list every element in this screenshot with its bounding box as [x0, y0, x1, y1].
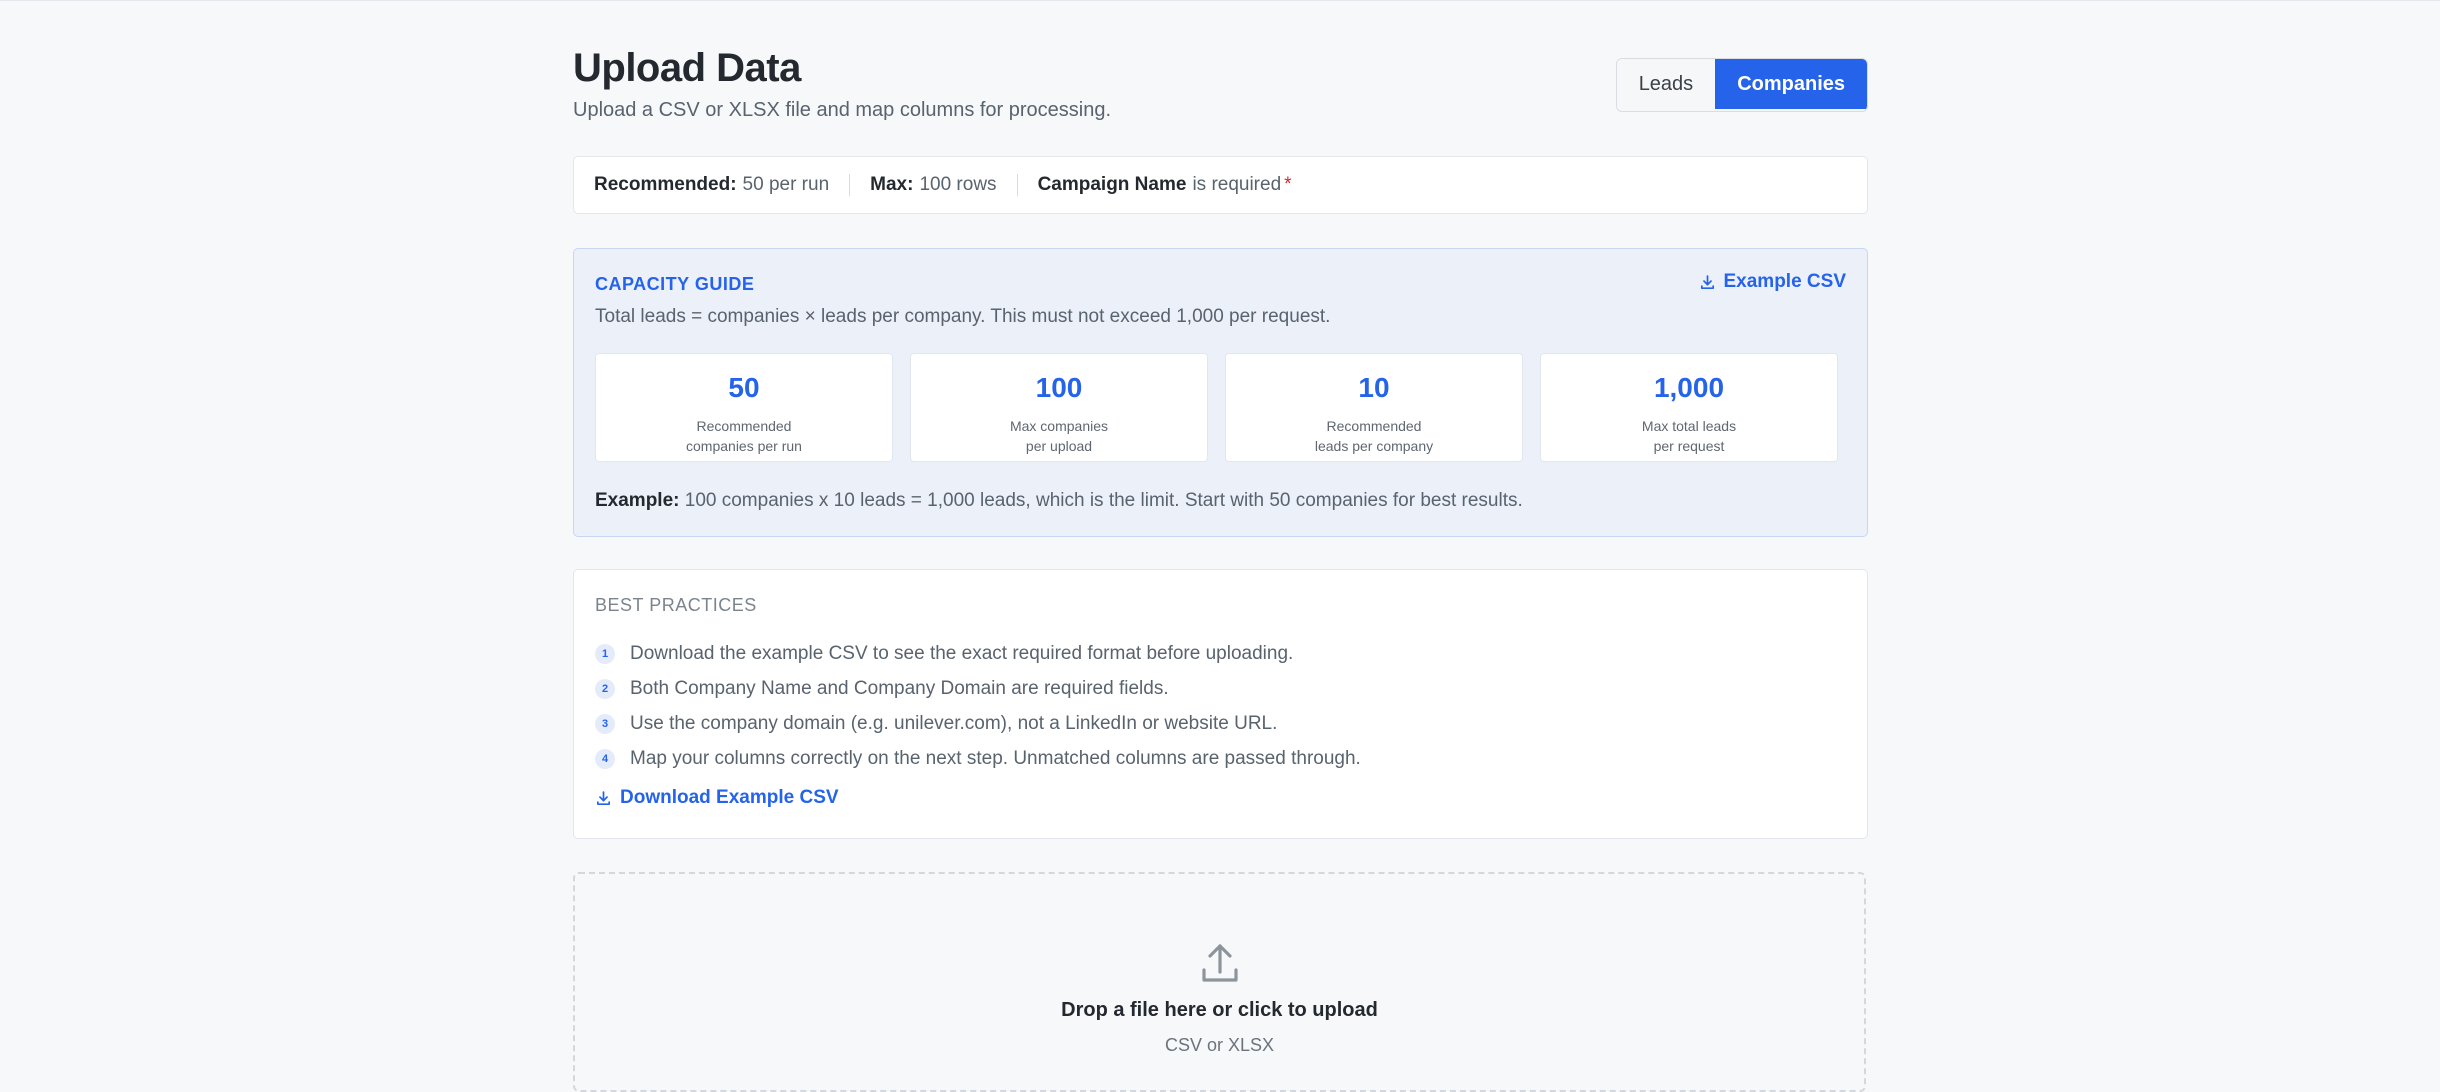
recommended-label: Recommended:	[594, 174, 737, 195]
capacity-description: Total leads = companies × leads per comp…	[595, 306, 1331, 327]
tab-leads[interactable]: Leads	[1616, 59, 1716, 109]
tab-companies[interactable]: Companies	[1715, 59, 1867, 109]
campaign-label: Campaign Name	[1037, 174, 1187, 195]
step-number: 4	[595, 748, 615, 769]
file-dropzone[interactable]: Drop a file here or click to upload CSV …	[573, 872, 1866, 1092]
step-number: 1	[595, 643, 615, 664]
stat-value: 100	[1035, 372, 1083, 403]
capacity-guide: CAPACITY GUIDE Example CSV Total leads =…	[573, 248, 1868, 537]
example-csv-label: Example CSV	[1723, 271, 1847, 292]
stat-label: Recommended leads per company	[1314, 418, 1434, 454]
dropzone-subtitle: CSV or XLSX	[1164, 1035, 1275, 1055]
step-text: Use the company domain (e.g. unilever.co…	[630, 712, 1278, 734]
limits-bar: Recommended: 50 per run Max: 100 rows Ca…	[573, 156, 1868, 214]
best-practices-list: 1 Download the example CSV to see the ex…	[595, 636, 1361, 776]
max-limit: Max: 100 rows	[850, 174, 1016, 196]
campaign-text: is required	[1192, 174, 1282, 195]
upload-icon	[1202, 944, 1238, 982]
stat-value: 10	[1358, 372, 1390, 403]
example-text: 100 companies x 10 leads = 1,000 leads, …	[684, 490, 1523, 511]
capacity-guide-title: CAPACITY GUIDE	[595, 274, 755, 294]
recommended-value: 50 per run	[742, 174, 830, 195]
stat-value: 50	[728, 372, 760, 403]
stat-card: 100 Max companies per upload	[910, 353, 1208, 462]
step-text: Download the example CSV to see the exac…	[630, 642, 1294, 664]
list-item: 2 Both Company Name and Company Domain a…	[595, 671, 1361, 706]
page-title: Upload Data	[573, 46, 801, 90]
download-example-csv-link[interactable]: Download Example CSV	[595, 787, 839, 809]
recommended-limit: Recommended: 50 per run	[574, 174, 849, 196]
best-practices: BEST PRACTICES 1 Download the example CS…	[573, 569, 1868, 839]
step-text: Map your columns correctly on the next s…	[630, 747, 1361, 769]
example-csv-link[interactable]: Example CSV	[1699, 271, 1847, 293]
download-icon	[596, 790, 611, 805]
step-text: Both Company Name and Company Domain are…	[630, 677, 1169, 699]
step-number: 2	[595, 678, 615, 699]
best-practices-title: BEST PRACTICES	[595, 595, 757, 615]
stat-label: Max total leads per request	[1641, 418, 1737, 454]
dropzone-title: Drop a file here or click to upload	[1061, 999, 1378, 1021]
campaign-requirement: Campaign Name is required *	[1018, 174, 1312, 196]
max-label: Max:	[870, 174, 914, 195]
max-value: 100 rows	[919, 174, 997, 195]
stat-card: 50 Recommended companies per run	[595, 353, 893, 462]
stat-label: Recommended companies per run	[686, 418, 802, 454]
stat-label: Max companies per upload	[1009, 418, 1109, 454]
stat-value: 1,000	[1653, 372, 1725, 403]
download-icon	[1700, 274, 1714, 289]
list-item: 3 Use the company domain (e.g. unilever.…	[595, 706, 1361, 741]
mode-toggle: Leads Companies	[1615, 58, 1868, 112]
page-subtitle: Upload a CSV or XLSX file and map column…	[573, 99, 1112, 121]
capacity-example: Example: 100 companies x 10 leads = 1,00…	[595, 490, 1523, 512]
step-number: 3	[595, 713, 615, 734]
download-example-csv-label: Download Example CSV	[620, 787, 839, 808]
list-item: 1 Download the example CSV to see the ex…	[595, 636, 1361, 671]
capacity-stats: 50 Recommended companies per run 100 Max…	[595, 353, 1838, 462]
example-label: Example:	[595, 490, 680, 511]
stat-card: 1,000 Max total leads per request	[1540, 353, 1838, 462]
stat-card: 10 Recommended leads per company	[1225, 353, 1523, 462]
top-divider	[0, 0, 2440, 1]
required-asterisk: *	[1284, 174, 1292, 195]
list-item: 4 Map your columns correctly on the next…	[595, 741, 1361, 776]
